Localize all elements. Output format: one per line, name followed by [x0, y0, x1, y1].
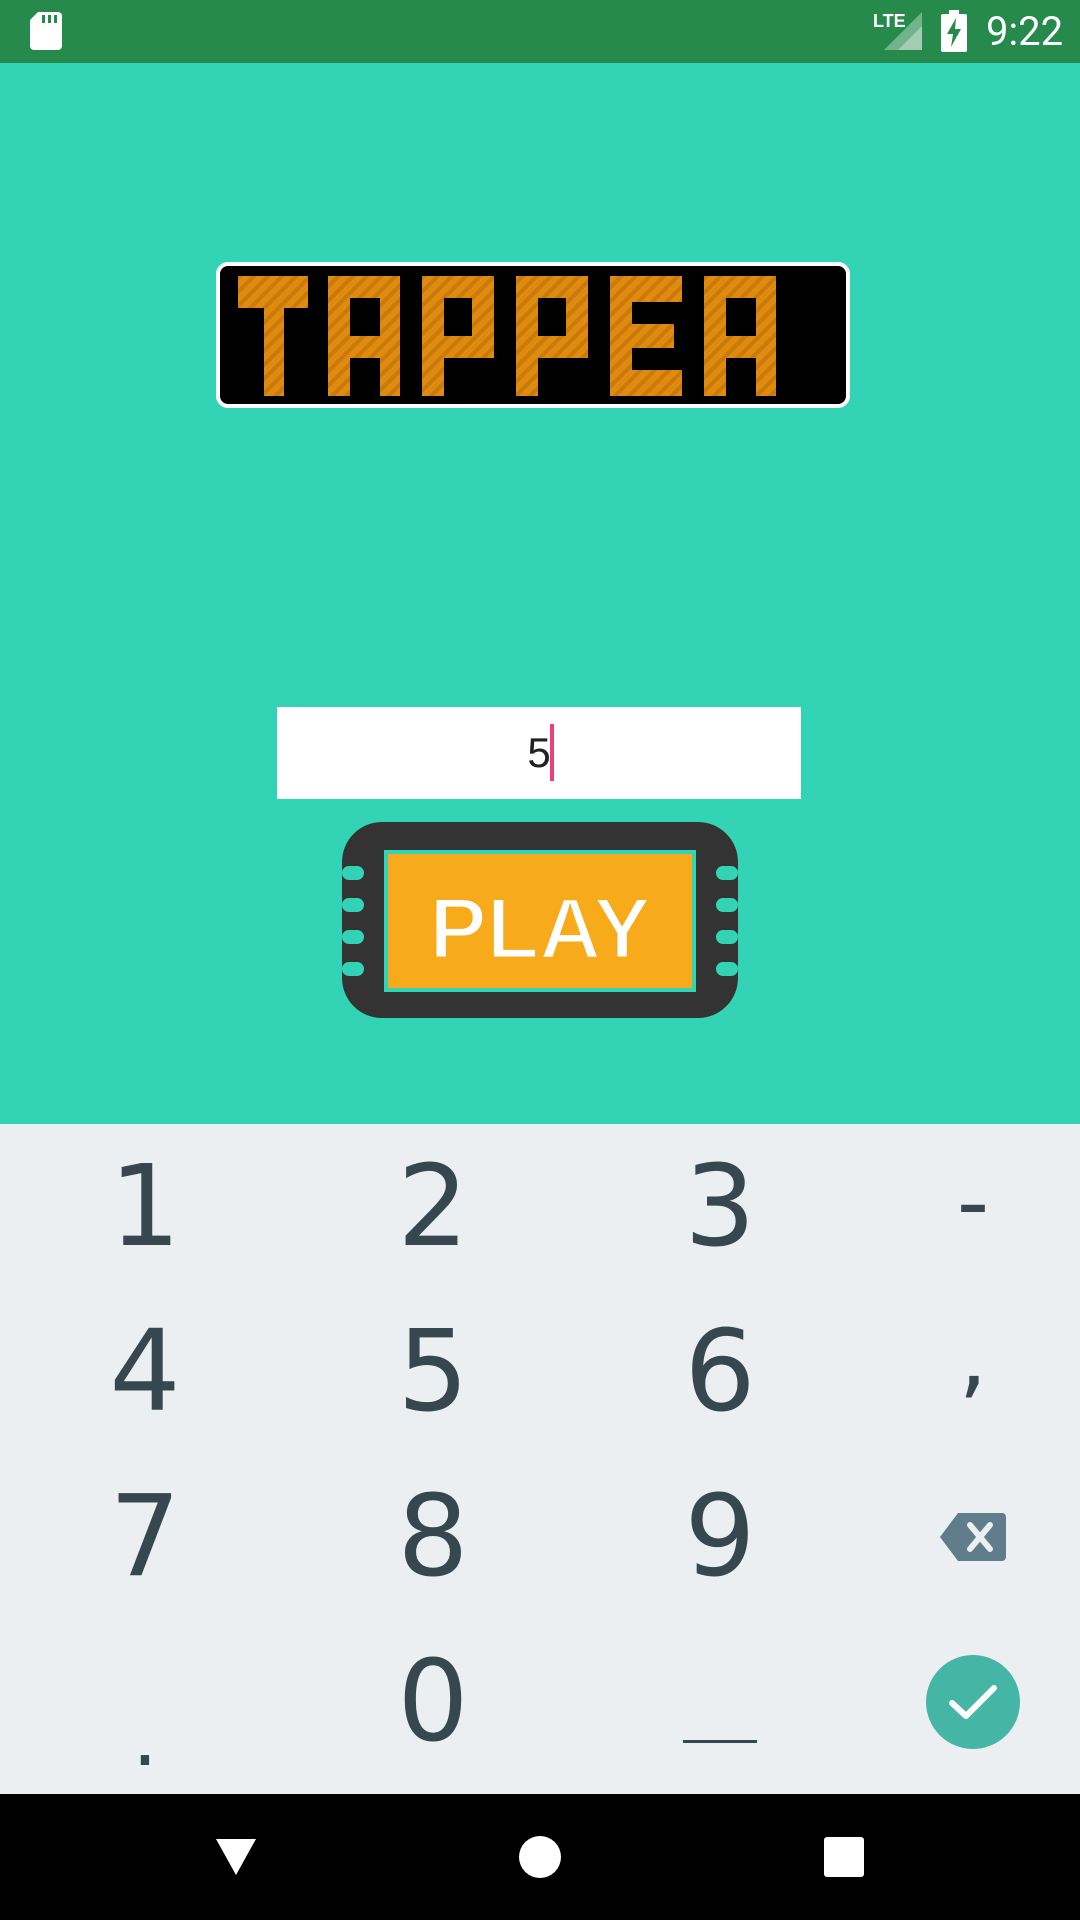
key-0[interactable]: 0	[298, 1619, 568, 1784]
navigation-bar	[0, 1794, 1080, 1920]
key-1[interactable]: 1	[10, 1124, 280, 1289]
key-delete[interactable]	[838, 1454, 1080, 1619]
key-3[interactable]: 3	[585, 1124, 855, 1289]
done-button[interactable]	[926, 1654, 1020, 1749]
key-minus[interactable]: -	[838, 1120, 1080, 1285]
key-period[interactable]: .	[10, 1619, 280, 1784]
key-underscore[interactable]	[585, 1619, 855, 1784]
recents-icon	[824, 1837, 864, 1877]
home-button[interactable]	[460, 1794, 620, 1920]
key-comma[interactable]: ,	[838, 1274, 1080, 1439]
tapper-logo	[216, 262, 850, 408]
back-button[interactable]	[156, 1794, 316, 1920]
backspace-icon	[940, 1512, 1006, 1561]
play-label: PLAY	[429, 881, 650, 977]
key-4[interactable]: 4	[10, 1289, 280, 1454]
clock: 9:22	[986, 8, 1064, 55]
recents-button[interactable]	[764, 1794, 924, 1920]
play-button[interactable]: PLAY	[342, 822, 738, 1018]
signal-icon	[884, 12, 922, 50]
key-6[interactable]: 6	[585, 1289, 855, 1454]
text-cursor	[550, 724, 554, 781]
home-icon	[519, 1836, 561, 1878]
sd-card-icon	[30, 12, 62, 50]
check-icon	[949, 1684, 997, 1719]
key-done[interactable]	[838, 1619, 1080, 1784]
key-9[interactable]: 9	[585, 1454, 855, 1619]
key-7[interactable]: 7	[10, 1454, 280, 1619]
underscore-glyph	[683, 1740, 757, 1743]
number-input[interactable]	[277, 707, 801, 799]
battery-charging-icon	[941, 10, 967, 52]
key-8[interactable]: 8	[298, 1454, 568, 1619]
numeric-keyboard: 1 2 3 - 4 5 6 , 7 8 9 . 0	[0, 1124, 1080, 1794]
status-bar: LTE 9:22	[0, 0, 1080, 63]
key-5[interactable]: 5	[298, 1289, 568, 1454]
back-icon	[216, 1839, 256, 1875]
key-2[interactable]: 2	[298, 1124, 568, 1289]
